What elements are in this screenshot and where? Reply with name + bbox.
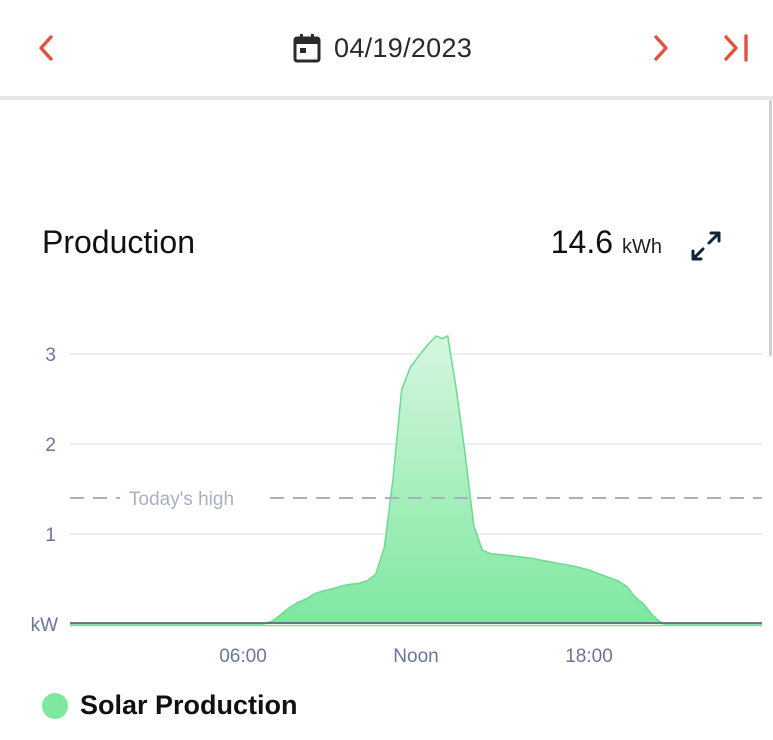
- calendar-icon: [293, 34, 321, 63]
- date-navigation-bar: 04/19/2023: [0, 0, 773, 98]
- legend-swatch: [42, 692, 68, 719]
- chart-legend: Solar Production: [42, 690, 298, 721]
- header-divider: [0, 96, 773, 100]
- chevron-right-icon: [654, 35, 668, 61]
- production-title: Production: [42, 224, 195, 260]
- expand-icon: [691, 231, 721, 261]
- y-tick-label: 1: [45, 525, 56, 546]
- production-chart: Today's high 1 2 3 kW 06:00 Noon 18:00: [31, 334, 762, 667]
- y-tick-label: 2: [45, 435, 56, 456]
- expand-chart-button[interactable]: [688, 228, 724, 269]
- series-area: [70, 334, 762, 625]
- legend-label: Solar Production: [80, 690, 298, 720]
- series-area-fill: [70, 336, 762, 624]
- reference-line-label: Today's high: [129, 489, 234, 510]
- production-total-unit: kWh: [622, 236, 662, 258]
- x-tick-label: 18:00: [565, 646, 613, 667]
- chevron-left-icon: [39, 35, 53, 61]
- next-day-button[interactable]: [644, 30, 678, 66]
- date-picker-button[interactable]: 04/19/2023: [292, 28, 472, 68]
- production-total-value: 14.6: [550, 224, 613, 260]
- skip-to-end-icon: [724, 34, 748, 62]
- jump-to-today-button[interactable]: [718, 30, 758, 66]
- y-axis-unit-label: kW: [31, 615, 59, 636]
- x-tick-label: Noon: [393, 646, 438, 667]
- production-total: 14.6 kWh: [551, 224, 662, 261]
- previous-day-button[interactable]: [30, 30, 64, 66]
- x-tick-label: 06:00: [219, 646, 267, 667]
- selected-date: 04/19/2023: [334, 32, 473, 63]
- y-tick-label: 3: [45, 345, 56, 366]
